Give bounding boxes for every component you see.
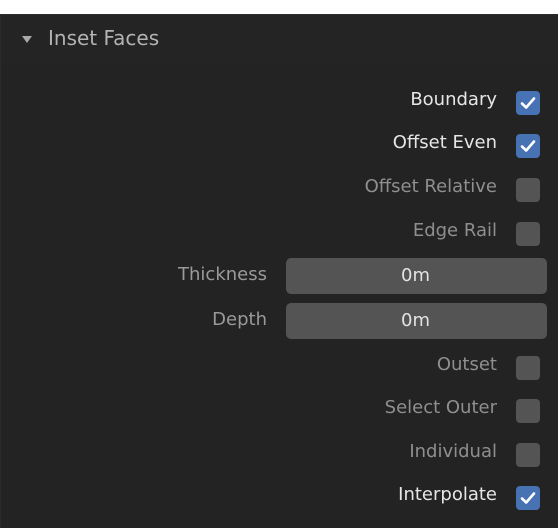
thickness-label: Thickness <box>178 264 267 285</box>
option-offset-even[interactable]: Offset Even <box>1 127 558 163</box>
option-label: Outset <box>436 354 497 375</box>
boundary-checkbox[interactable] <box>516 91 540 115</box>
select-outer-checkbox[interactable] <box>516 399 540 423</box>
option-select-outer[interactable]: Select Outer <box>1 392 558 428</box>
thickness-value: 0m <box>401 265 430 286</box>
depth-label: Depth <box>212 309 267 330</box>
option-individual[interactable]: Individual <box>1 436 558 472</box>
option-label: Offset Relative <box>364 176 497 197</box>
option-interpolate[interactable]: Interpolate <box>1 479 558 515</box>
option-label: Select Outer <box>384 397 497 418</box>
option-label: Edge Rail <box>412 220 497 241</box>
outset-checkbox[interactable] <box>516 356 540 380</box>
individual-checkbox[interactable] <box>516 443 540 467</box>
interpolate-checkbox[interactable] <box>516 486 540 510</box>
field-thickness: Thickness 0m <box>1 258 558 294</box>
offset-even-checkbox[interactable] <box>516 134 540 158</box>
checkmark-icon <box>520 97 536 109</box>
option-label: Boundary <box>410 89 497 110</box>
option-offset-relative[interactable]: Offset Relative <box>1 171 558 207</box>
checkmark-icon <box>520 492 536 504</box>
checkmark-icon <box>520 140 536 152</box>
option-label: Individual <box>409 441 497 462</box>
thickness-input[interactable]: 0m <box>286 258 547 294</box>
option-boundary[interactable]: Boundary <box>1 84 558 120</box>
offset-relative-checkbox[interactable] <box>516 178 540 202</box>
depth-value: 0m <box>401 310 430 331</box>
collapse-triangle-icon[interactable] <box>22 36 32 43</box>
option-edge-rail[interactable]: Edge Rail <box>1 215 558 251</box>
panel-header[interactable]: Inset Faces <box>1 15 558 65</box>
inset-faces-panel: Inset Faces Boundary Offset Even Offset … <box>0 14 558 528</box>
panel-title: Inset Faces <box>48 26 160 50</box>
option-outset[interactable]: Outset <box>1 349 558 385</box>
edge-rail-checkbox[interactable] <box>516 222 540 246</box>
field-depth: Depth 0m <box>1 303 558 339</box>
option-label: Offset Even <box>392 132 497 153</box>
depth-input[interactable]: 0m <box>286 303 547 339</box>
option-label: Interpolate <box>398 484 497 505</box>
